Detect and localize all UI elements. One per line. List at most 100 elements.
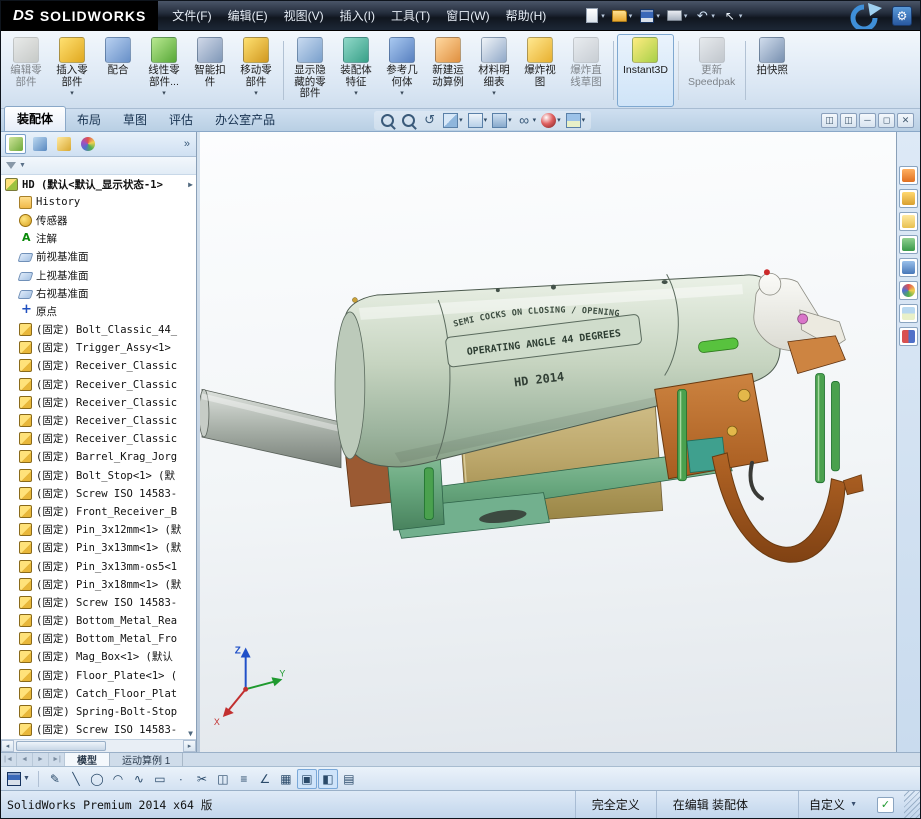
shaded-view-icon[interactable]: ◧	[318, 769, 338, 789]
exploded-view-button[interactable]: 爆炸视 图	[517, 34, 563, 107]
tab-scroll-button[interactable]: ◄	[17, 753, 33, 766]
menu-item[interactable]: 编辑(E)	[220, 3, 276, 28]
tree-item[interactable]: (固定) Receiver_Classic	[1, 430, 196, 448]
display-style-icon[interactable]: ▾	[491, 112, 513, 129]
previous-view-icon[interactable]	[421, 112, 439, 129]
tree-item[interactable]: 前视基准面	[1, 248, 196, 266]
menu-item[interactable]: 视图(V)	[276, 3, 332, 28]
offset-icon[interactable]: ≡	[234, 769, 254, 789]
scroll-more-icon[interactable]: ▼	[188, 729, 193, 738]
menu-item[interactable]: 工具(T)	[383, 3, 438, 28]
tab-scroll-button[interactable]: ►|	[49, 753, 65, 766]
edit-component-button[interactable]: 编辑零 部件	[3, 34, 49, 107]
save-button[interactable]: ▼	[5, 771, 32, 787]
tree-item[interactable]: 原点	[1, 302, 196, 320]
show-hidden-components-button[interactable]: 显示隐 藏的零 部件	[287, 34, 333, 107]
tree-item[interactable]: (固定) Receiver_Classic	[1, 393, 196, 411]
edit-appearance-icon[interactable]: ▾	[540, 112, 562, 129]
table-icon[interactable]: ▤	[339, 769, 359, 789]
minimize-doc-icon[interactable]: ─	[859, 113, 876, 128]
point-icon[interactable]: ∙	[171, 769, 191, 789]
tree-item[interactable]: (固定) Floor_Plate<1> (	[1, 666, 196, 684]
mate-button[interactable]: 配合	[95, 34, 141, 107]
settings-gear-icon[interactable]: ⚙	[892, 6, 912, 26]
undo-icon[interactable]: ▾	[692, 7, 717, 25]
tree-item[interactable]: (固定) Bottom_Metal_Fro	[1, 630, 196, 648]
resize-grip[interactable]	[904, 791, 920, 818]
tree-item[interactable]: (固定) Pin_3x18mm<1> (默	[1, 575, 196, 593]
scrollbar-thumb[interactable]	[16, 741, 106, 751]
sketch-icon[interactable]: ✎	[45, 769, 65, 789]
apply-scene-icon[interactable]: ▾	[565, 112, 587, 129]
new-motion-study-button[interactable]: 新建运 动算例	[425, 34, 471, 107]
command-tab[interactable]: 草图	[112, 108, 158, 131]
close-doc-icon[interactable]: ✕	[897, 113, 914, 128]
command-tab[interactable]: 办公室产品	[204, 108, 286, 131]
tree-item[interactable]: (固定) Bottom_Metal_Rea	[1, 612, 196, 630]
spline-icon[interactable]: ∿	[129, 769, 149, 789]
zoom-fit-icon[interactable]	[379, 112, 397, 129]
tree-item[interactable]: (固定) Front_Receiver_B	[1, 502, 196, 520]
pane-split-left-icon[interactable]: ◫	[821, 113, 838, 128]
bill-of-materials-button[interactable]: 材料明 细表 ▾	[471, 34, 517, 107]
restore-doc-icon[interactable]: ◻	[878, 113, 895, 128]
open-document-icon[interactable]: ▾	[610, 7, 635, 25]
tree-item[interactable]: (固定) Spring-Bolt-Stop	[1, 702, 196, 720]
featuremanager-tab-icon[interactable]	[5, 134, 26, 154]
hide-show-items-icon[interactable]: ▾	[516, 112, 538, 129]
move-component-button[interactable]: 移动零 部件 ▾	[233, 34, 279, 107]
configurationmanager-tab-icon[interactable]	[53, 134, 74, 154]
tree-item[interactable]: 传感器	[1, 211, 196, 229]
panel-expand-chevron[interactable]: »	[184, 138, 192, 150]
tree-item[interactable]: 右视基准面	[1, 284, 196, 302]
trim-icon[interactable]: ✂	[192, 769, 212, 789]
tree-item[interactable]: (固定) Bolt_Classic_44_	[1, 321, 196, 339]
insert-components-button[interactable]: 插入零 部件 ▾	[49, 34, 95, 107]
document-tab[interactable]: 运动算例 1	[110, 753, 183, 766]
instant3d-button[interactable]: Instant3D	[617, 34, 674, 107]
filter-funnel-icon[interactable]	[6, 162, 16, 169]
tree-item[interactable]: HD (默认<默认_显示状态-1> ▶	[1, 175, 196, 193]
tree-item[interactable]: (固定) Screw ISO 14583-	[1, 721, 196, 739]
tree-item[interactable]: (固定) Catch_Floor_Plat	[1, 684, 196, 702]
tree-horizontal-scrollbar[interactable]: ◂ ▸	[1, 739, 196, 752]
rectangle-icon[interactable]: ▭	[150, 769, 170, 789]
mirror-icon[interactable]: ◫	[213, 769, 233, 789]
tree-item[interactable]: (固定) Mag_Box<1> (默认	[1, 648, 196, 666]
tree-item[interactable]: (固定) Receiver_Classic	[1, 357, 196, 375]
take-snapshot-button[interactable]: 拍快照	[749, 34, 795, 107]
zoom-area-icon[interactable]	[400, 112, 418, 129]
document-tab[interactable]: 模型	[65, 753, 110, 766]
grid-icon[interactable]: ▦	[276, 769, 296, 789]
assembly-features-button[interactable]: 装配体 特征 ▾	[333, 34, 379, 107]
tree-item[interactable]: 注解	[1, 230, 196, 248]
explode-line-sketch-button[interactable]: 爆炸直 线草图	[563, 34, 609, 107]
tree-item[interactable]: (固定) Receiver_Classic	[1, 375, 196, 393]
propertymanager-tab-icon[interactable]	[29, 134, 50, 154]
line-icon[interactable]: ╲	[66, 769, 86, 789]
section-view-icon[interactable]: ▾	[442, 112, 464, 129]
tree-item[interactable]: (固定) Screw ISO 14583-	[1, 593, 196, 611]
tree-item[interactable]: (固定) Pin_3x13mm-os5<1	[1, 557, 196, 575]
angle-icon[interactable]: ∠	[255, 769, 275, 789]
tree-item[interactable]: History	[1, 193, 196, 211]
tree-item[interactable]: 上视基准面	[1, 266, 196, 284]
view-cube-icon[interactable]: ▣	[297, 769, 317, 789]
new-document-icon[interactable]: ▾	[582, 7, 607, 25]
menu-item[interactable]: 窗口(W)	[438, 3, 497, 28]
displaymanager-tab-icon[interactable]	[77, 134, 98, 154]
command-tab[interactable]: 评估	[158, 108, 204, 131]
tree-item[interactable]: (固定) Pin_3x13mm<1> (默	[1, 539, 196, 557]
tree-item[interactable]: (固定) Barrel_Krag_Jorg	[1, 448, 196, 466]
graphics-area[interactable]: SEMI COCKS ON CLOSING / OPENING OPERATIN…	[200, 132, 896, 752]
tree-item[interactable]: (固定) Pin_3x12mm<1> (默	[1, 521, 196, 539]
reference-geometry-button[interactable]: 参考几 何体 ▾	[379, 34, 425, 107]
tree-item[interactable]: (固定) Trigger_Assy<1>	[1, 339, 196, 357]
tree-item[interactable]: (固定) Receiver_Classic	[1, 411, 196, 429]
arc-icon[interactable]: ◠	[108, 769, 128, 789]
menu-item[interactable]: 插入(I)	[332, 3, 383, 28]
save-icon[interactable]: ▾	[637, 7, 662, 25]
smart-fasteners-button[interactable]: 智能扣 件	[187, 34, 233, 107]
tab-scroll-button[interactable]: |◄	[1, 753, 17, 766]
linear-component-pattern-button[interactable]: 线性零 部件... ▾	[141, 34, 187, 107]
